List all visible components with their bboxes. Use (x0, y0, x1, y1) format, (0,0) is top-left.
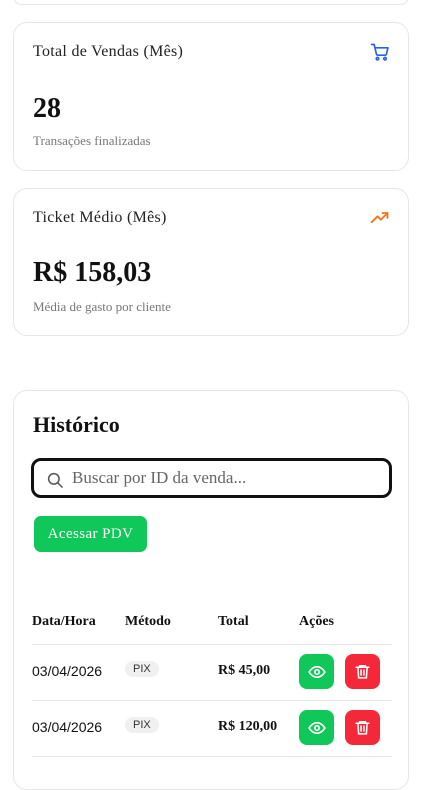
view-sale-button[interactable] (299, 710, 334, 745)
sale-total: R$ 45,00 (218, 663, 271, 678)
eye-icon (307, 665, 326, 678)
column-header-method: Método (125, 614, 171, 629)
search-input[interactable] (72, 465, 372, 491)
eye-icon (307, 721, 326, 734)
stat-card-ticket-medio: Ticket Médio (Mês) R$ 158,03 Média de ga… (13, 188, 409, 336)
stat-subtitle: Transações finalizadas (33, 133, 151, 148)
delete-sale-button[interactable] (345, 710, 380, 745)
search-box (31, 458, 392, 498)
table-row: 03/04/2026 PIX R$ 120,00 (32, 700, 392, 757)
column-header-date: Data/Hora (32, 614, 96, 629)
trending-up-icon (370, 212, 389, 224)
payment-method-badge: PIX (125, 661, 159, 677)
stat-title: Total de Vendas (Mês) (33, 43, 184, 60)
sale-total: R$ 120,00 (218, 719, 278, 734)
sale-date: 03/04/2026 (32, 663, 103, 679)
stat-value: R$ 158,03 (33, 257, 152, 288)
trash-icon (355, 665, 370, 679)
view-sale-button[interactable] (299, 654, 334, 689)
column-header-total: Total (218, 614, 249, 629)
previous-stat-card (13, 0, 409, 5)
stat-value: 28 (33, 93, 61, 124)
stat-subtitle: Média de gasto por cliente (33, 299, 171, 314)
delete-sale-button[interactable] (345, 654, 380, 689)
history-card: Histórico Acessar PDV Data/Hora Método T… (13, 390, 409, 790)
access-pdv-button[interactable]: Acessar PDV (34, 516, 147, 552)
table-header: Data/Hora Método Total Ações (32, 612, 392, 645)
table-row: 03/04/2026 PIX R$ 45,00 (32, 644, 392, 701)
cart-icon (370, 43, 389, 61)
stat-title: Ticket Médio (Mês) (33, 209, 167, 226)
history-title: Histórico (33, 412, 120, 437)
trash-icon (355, 721, 370, 735)
column-header-actions: Ações (299, 614, 334, 629)
stat-card-total-vendas: Total de Vendas (Mês) 28 Transações fina… (13, 22, 409, 171)
sale-date: 03/04/2026 (32, 719, 103, 735)
payment-method-badge: PIX (125, 717, 159, 733)
search-icon (47, 472, 63, 488)
